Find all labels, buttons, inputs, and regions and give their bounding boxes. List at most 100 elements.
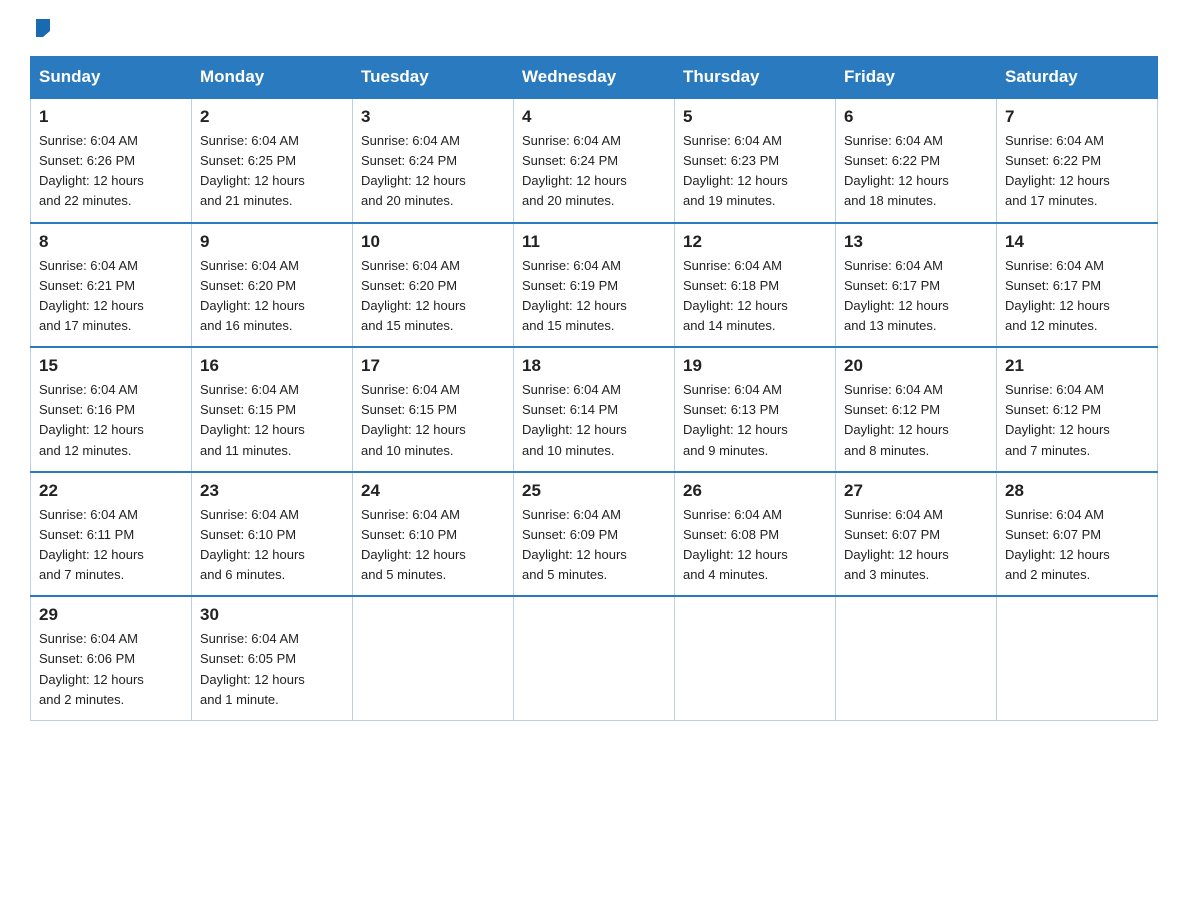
calendar-week-row: 22Sunrise: 6:04 AMSunset: 6:11 PMDayligh… xyxy=(31,472,1158,597)
calendar-cell xyxy=(836,596,997,720)
calendar-cell: 20 Sunrise: 6:04 AMSunset: 6:12 PMDayligh… xyxy=(836,347,997,472)
day-info: Sunrise: 6:04 AMSunset: 6:06 PMDaylight:… xyxy=(39,629,183,710)
day-info: Sunrise: 6:04 AMSunset: 6:05 PMDaylight:… xyxy=(200,629,344,710)
day-info: Sunrise: 6:04 AMSunset: 6:14 PMDaylight:… xyxy=(522,380,666,461)
day-info: Sunrise: 6:04 AMSunset: 6:20 PMDaylight:… xyxy=(200,256,344,337)
day-number: 24 xyxy=(361,481,505,501)
calendar-week-row: 15 Sunrise: 6:04 AMSunset: 6:16 PMDayligh… xyxy=(31,347,1158,472)
calendar-cell xyxy=(675,596,836,720)
logo-flag-icon xyxy=(32,17,54,39)
calendar-table: SundayMondayTuesdayWednesdayThursdayFrid… xyxy=(30,56,1158,721)
day-info: Sunrise: 6:04 AMSunset: 6:18 PMDaylight:… xyxy=(683,256,827,337)
calendar-cell: 30 Sunrise: 6:04 AMSunset: 6:05 PMDayligh… xyxy=(192,596,353,720)
col-header-friday: Friday xyxy=(836,57,997,99)
day-number: 12 xyxy=(683,232,827,252)
day-info: Sunrise: 6:04 AMSunset: 6:12 PMDaylight:… xyxy=(844,380,988,461)
day-number: 11 xyxy=(522,232,666,252)
day-info: Sunrise: 6:04 AMSunset: 6:22 PMDaylight:… xyxy=(1005,131,1149,212)
calendar-cell xyxy=(997,596,1158,720)
col-header-saturday: Saturday xyxy=(997,57,1158,99)
day-number: 1 xyxy=(39,107,183,127)
calendar-cell: 27 Sunrise: 6:04 AMSunset: 6:07 PMDayligh… xyxy=(836,472,997,597)
day-number: 28 xyxy=(1005,481,1149,501)
calendar-cell: 16 Sunrise: 6:04 AMSunset: 6:15 PMDayligh… xyxy=(192,347,353,472)
calendar-cell: 14 Sunrise: 6:04 AMSunset: 6:17 PMDayligh… xyxy=(997,223,1158,348)
calendar-header-row: SundayMondayTuesdayWednesdayThursdayFrid… xyxy=(31,57,1158,99)
calendar-cell: 13Sunrise: 6:04 AMSunset: 6:17 PMDayligh… xyxy=(836,223,997,348)
day-number: 5 xyxy=(683,107,827,127)
day-number: 10 xyxy=(361,232,505,252)
day-info: Sunrise: 6:04 AMSunset: 6:10 PMDaylight:… xyxy=(361,505,505,586)
day-number: 30 xyxy=(200,605,344,625)
calendar-cell xyxy=(353,596,514,720)
calendar-cell: 22Sunrise: 6:04 AMSunset: 6:11 PMDayligh… xyxy=(31,472,192,597)
day-number: 21 xyxy=(1005,356,1149,376)
day-number: 14 xyxy=(1005,232,1149,252)
day-info: Sunrise: 6:04 AMSunset: 6:09 PMDaylight:… xyxy=(522,505,666,586)
calendar-cell: 3 Sunrise: 6:04 AMSunset: 6:24 PMDaylight… xyxy=(353,98,514,223)
day-number: 8 xyxy=(39,232,183,252)
day-number: 9 xyxy=(200,232,344,252)
day-info: Sunrise: 6:04 AMSunset: 6:25 PMDaylight:… xyxy=(200,131,344,212)
calendar-cell: 28Sunrise: 6:04 AMSunset: 6:07 PMDayligh… xyxy=(997,472,1158,597)
calendar-cell: 23 Sunrise: 6:04 AMSunset: 6:10 PMDayligh… xyxy=(192,472,353,597)
day-number: 25 xyxy=(522,481,666,501)
calendar-cell: 17 Sunrise: 6:04 AMSunset: 6:15 PMDayligh… xyxy=(353,347,514,472)
col-header-tuesday: Tuesday xyxy=(353,57,514,99)
day-info: Sunrise: 6:04 AMSunset: 6:10 PMDaylight:… xyxy=(200,505,344,586)
day-number: 13 xyxy=(844,232,988,252)
day-info: Sunrise: 6:04 AMSunset: 6:12 PMDaylight:… xyxy=(1005,380,1149,461)
calendar-cell: 8 Sunrise: 6:04 AMSunset: 6:21 PMDaylight… xyxy=(31,223,192,348)
day-info: Sunrise: 6:04 AMSunset: 6:07 PMDaylight:… xyxy=(844,505,988,586)
day-info: Sunrise: 6:04 AMSunset: 6:19 PMDaylight:… xyxy=(522,256,666,337)
day-info: Sunrise: 6:04 AMSunset: 6:24 PMDaylight:… xyxy=(361,131,505,212)
day-number: 6 xyxy=(844,107,988,127)
day-info: Sunrise: 6:04 AMSunset: 6:21 PMDaylight:… xyxy=(39,256,183,337)
calendar-cell: 12 Sunrise: 6:04 AMSunset: 6:18 PMDayligh… xyxy=(675,223,836,348)
day-info: Sunrise: 6:04 AMSunset: 6:17 PMDaylight:… xyxy=(1005,256,1149,337)
calendar-cell: 21 Sunrise: 6:04 AMSunset: 6:12 PMDayligh… xyxy=(997,347,1158,472)
calendar-week-row: 29 Sunrise: 6:04 AMSunset: 6:06 PMDayligh… xyxy=(31,596,1158,720)
calendar-cell: 5Sunrise: 6:04 AMSunset: 6:23 PMDaylight… xyxy=(675,98,836,223)
calendar-cell: 15 Sunrise: 6:04 AMSunset: 6:16 PMDayligh… xyxy=(31,347,192,472)
day-number: 4 xyxy=(522,107,666,127)
day-number: 2 xyxy=(200,107,344,127)
calendar-cell: 18 Sunrise: 6:04 AMSunset: 6:14 PMDayligh… xyxy=(514,347,675,472)
day-number: 17 xyxy=(361,356,505,376)
day-number: 19 xyxy=(683,356,827,376)
calendar-cell: 9 Sunrise: 6:04 AMSunset: 6:20 PMDaylight… xyxy=(192,223,353,348)
day-number: 20 xyxy=(844,356,988,376)
col-header-wednesday: Wednesday xyxy=(514,57,675,99)
day-number: 15 xyxy=(39,356,183,376)
day-number: 3 xyxy=(361,107,505,127)
day-info: Sunrise: 6:04 AMSunset: 6:08 PMDaylight:… xyxy=(683,505,827,586)
day-info: Sunrise: 6:04 AMSunset: 6:26 PMDaylight:… xyxy=(39,131,183,212)
day-number: 16 xyxy=(200,356,344,376)
day-number: 29 xyxy=(39,605,183,625)
calendar-cell: 25 Sunrise: 6:04 AMSunset: 6:09 PMDayligh… xyxy=(514,472,675,597)
col-header-monday: Monday xyxy=(192,57,353,99)
calendar-week-row: 8 Sunrise: 6:04 AMSunset: 6:21 PMDaylight… xyxy=(31,223,1158,348)
logo xyxy=(30,20,56,38)
page-header xyxy=(30,20,1158,38)
day-info: Sunrise: 6:04 AMSunset: 6:20 PMDaylight:… xyxy=(361,256,505,337)
day-number: 7 xyxy=(1005,107,1149,127)
day-info: Sunrise: 6:04 AMSunset: 6:16 PMDaylight:… xyxy=(39,380,183,461)
calendar-cell: 6Sunrise: 6:04 AMSunset: 6:22 PMDaylight… xyxy=(836,98,997,223)
calendar-cell: 11 Sunrise: 6:04 AMSunset: 6:19 PMDayligh… xyxy=(514,223,675,348)
calendar-cell: 29 Sunrise: 6:04 AMSunset: 6:06 PMDayligh… xyxy=(31,596,192,720)
calendar-cell xyxy=(514,596,675,720)
day-info: Sunrise: 6:04 AMSunset: 6:15 PMDaylight:… xyxy=(200,380,344,461)
calendar-cell: 2 Sunrise: 6:04 AMSunset: 6:25 PMDaylight… xyxy=(192,98,353,223)
day-info: Sunrise: 6:04 AMSunset: 6:11 PMDaylight:… xyxy=(39,505,183,586)
day-number: 26 xyxy=(683,481,827,501)
day-info: Sunrise: 6:04 AMSunset: 6:15 PMDaylight:… xyxy=(361,380,505,461)
day-info: Sunrise: 6:04 AMSunset: 6:24 PMDaylight:… xyxy=(522,131,666,212)
day-number: 18 xyxy=(522,356,666,376)
day-number: 23 xyxy=(200,481,344,501)
day-info: Sunrise: 6:04 AMSunset: 6:13 PMDaylight:… xyxy=(683,380,827,461)
calendar-cell: 26 Sunrise: 6:04 AMSunset: 6:08 PMDayligh… xyxy=(675,472,836,597)
col-header-thursday: Thursday xyxy=(675,57,836,99)
calendar-cell: 19 Sunrise: 6:04 AMSunset: 6:13 PMDayligh… xyxy=(675,347,836,472)
day-number: 27 xyxy=(844,481,988,501)
